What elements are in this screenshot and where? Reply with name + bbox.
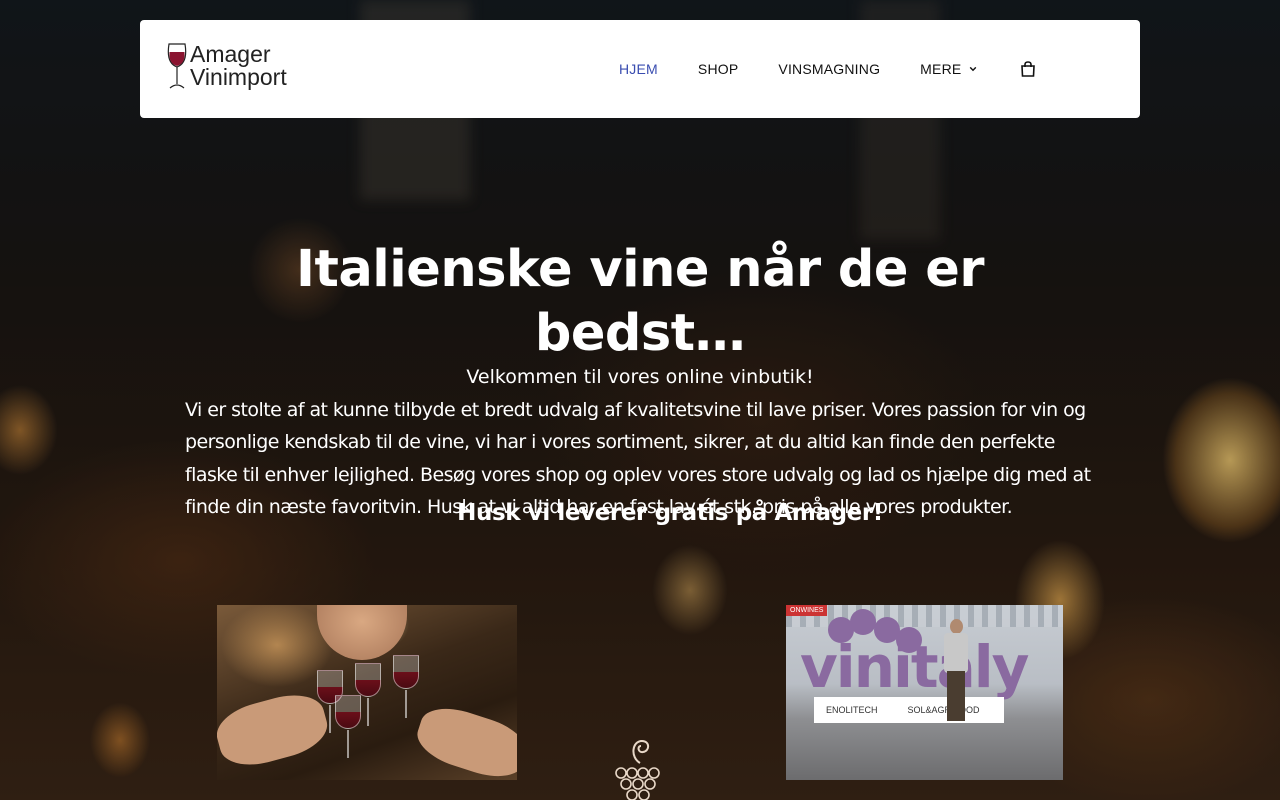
nav-item-mere-label: MERE: [920, 61, 962, 77]
hero-section: Italienske vine når de er bedst… Velkomm…: [185, 238, 1095, 523]
roof-structure: [786, 605, 1063, 627]
site-header: Amager Vinimport HJEM SHOP VINSMAGNING M…: [140, 20, 1140, 118]
nav-item-vinsmagning[interactable]: VINSMAGNING: [778, 61, 880, 77]
person-face: [317, 605, 407, 660]
glass-stem: [329, 705, 331, 733]
sign-tag: ONWINES: [786, 605, 828, 616]
wine-glass-logo-icon: [167, 43, 187, 89]
glass-stem: [347, 730, 349, 758]
person-head: [950, 619, 963, 634]
shopping-bag-icon: [1021, 61, 1036, 77]
person-legs: [947, 671, 965, 721]
nav-item-hjem[interactable]: HJEM: [619, 61, 658, 77]
glass-stem: [367, 698, 369, 726]
logo-text: Amager Vinimport: [190, 43, 287, 89]
site-logo[interactable]: Amager Vinimport: [166, 42, 287, 90]
welcome-subtitle: Velkommen til vores online vinbutik!: [466, 366, 814, 388]
sponsor-banner: ENOLITECH SOL&AGRIFOOD: [814, 697, 1004, 723]
cart-button[interactable]: [1019, 60, 1037, 78]
logo-line-2: Vinimport: [190, 64, 287, 90]
free-delivery-heading: Husk vi leverer gratis på Amager!: [457, 500, 883, 526]
wine-glass-shape: [355, 663, 381, 697]
wine-glass-shape: [393, 655, 419, 689]
logo-line-1: Amager: [190, 41, 271, 67]
vinitaly-sign: vinitaly: [800, 633, 1029, 701]
hand-shape: [411, 699, 517, 780]
logo-ball: [850, 609, 876, 635]
wine-glass-shape: [335, 695, 361, 729]
glass-stem: [405, 690, 407, 718]
toast-photo: [217, 605, 517, 780]
hand-shape: [217, 686, 333, 774]
vinitaly-photo: ONWINES vinitaly ENOLITECH SOL&AGRIFOOD: [786, 605, 1063, 780]
nav-item-shop[interactable]: SHOP: [698, 61, 738, 77]
grape-cluster-icon: [615, 739, 660, 800]
person-figure: [944, 619, 968, 725]
nav-item-mere[interactable]: MERE: [920, 61, 977, 77]
chevron-down-icon: [970, 66, 977, 72]
person-torso: [944, 633, 968, 673]
banner-text-1: ENOLITECH: [826, 705, 878, 715]
main-navigation: HJEM SHOP VINSMAGNING MERE: [619, 20, 1037, 118]
page-title: Italienske vine når de er bedst…: [296, 240, 984, 363]
